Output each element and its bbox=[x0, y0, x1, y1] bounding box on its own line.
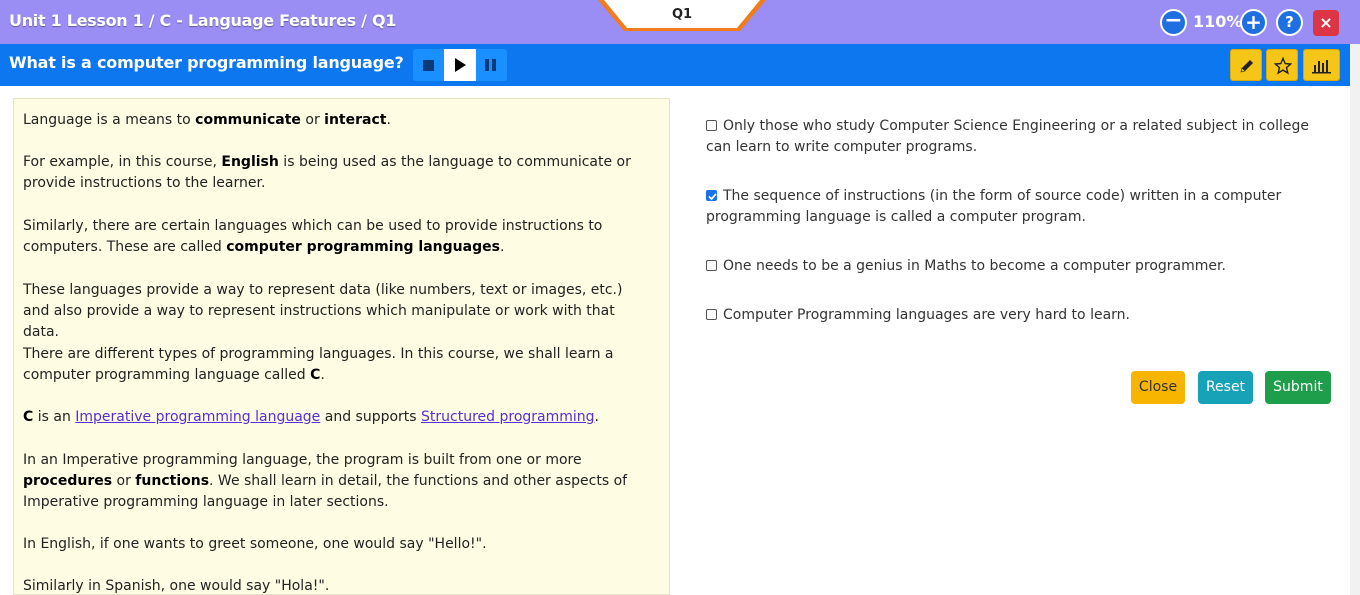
stop-button[interactable] bbox=[413, 49, 444, 81]
paragraph: For example, in this course, English is … bbox=[23, 152, 653, 194]
star-icon bbox=[1274, 57, 1292, 75]
checkbox[interactable] bbox=[706, 309, 717, 320]
answer-option[interactable]: The sequence of instructions (in the for… bbox=[706, 186, 1326, 228]
explanation-panel: Language is a means to communicate or in… bbox=[13, 98, 670, 595]
text: or bbox=[112, 473, 136, 489]
close-button[interactable]: Close bbox=[1131, 371, 1185, 404]
zoom-in-button[interactable]: + bbox=[1240, 9, 1267, 36]
paragraph: These languages provide a way to represe… bbox=[23, 282, 623, 340]
reset-button[interactable]: Reset bbox=[1198, 371, 1253, 404]
pencil-button[interactable] bbox=[1230, 49, 1262, 81]
checkbox-checked[interactable] bbox=[706, 190, 717, 201]
paragraph: Similarly in Spanish, one would say "Hol… bbox=[23, 578, 330, 594]
text: In an Imperative programming language, t… bbox=[23, 452, 582, 468]
text: For example, in this course, bbox=[23, 154, 222, 170]
pause-button[interactable] bbox=[476, 49, 507, 81]
text: or bbox=[300, 112, 325, 128]
answer-option[interactable]: One needs to be a genius in Maths to bec… bbox=[706, 256, 1326, 277]
paragraph: Similarly, there are certain languages w… bbox=[23, 216, 653, 258]
media-controls bbox=[413, 49, 507, 81]
play-button[interactable] bbox=[444, 49, 476, 81]
submit-button[interactable]: Submit bbox=[1265, 371, 1331, 404]
paragraph: In an Imperative programming language, t… bbox=[23, 450, 653, 513]
stats-button[interactable] bbox=[1303, 49, 1340, 81]
stop-icon bbox=[423, 60, 434, 71]
option-label: The sequence of instructions (in the for… bbox=[706, 188, 1282, 225]
bold-text: C bbox=[23, 409, 34, 425]
text: . bbox=[320, 367, 325, 383]
bold-text: interact bbox=[324, 112, 387, 128]
checkbox[interactable] bbox=[706, 260, 717, 271]
option-label: Computer Programming languages are very … bbox=[723, 307, 1130, 323]
breadcrumb: Unit 1 Lesson 1 / C - Language Features … bbox=[9, 11, 397, 30]
option-label: Only those who study Computer Science En… bbox=[706, 118, 1309, 155]
imperative-programming-link[interactable]: Imperative programming language bbox=[75, 409, 320, 425]
bold-text: communicate bbox=[195, 112, 301, 128]
paragraph: In English, if one wants to greet someon… bbox=[23, 536, 487, 552]
help-button[interactable]: ? bbox=[1276, 9, 1303, 36]
question-title: What is a computer programming language? bbox=[9, 53, 404, 72]
checkmark-icon bbox=[708, 193, 717, 201]
page-scrollbar[interactable] bbox=[1350, 44, 1360, 595]
zoom-level: 110% bbox=[1193, 12, 1243, 31]
pause-icon bbox=[485, 59, 496, 71]
bold-text: procedures bbox=[23, 473, 113, 489]
text: . bbox=[386, 112, 391, 128]
paragraph: There are different types of programming… bbox=[23, 344, 653, 386]
bold-text: C bbox=[310, 367, 321, 383]
answer-option[interactable]: Computer Programming languages are very … bbox=[706, 305, 1326, 326]
text: . bbox=[594, 409, 599, 425]
text: and supports bbox=[320, 409, 422, 425]
text: is an bbox=[33, 409, 76, 425]
zoom-out-button[interactable]: − bbox=[1160, 9, 1187, 36]
answer-option[interactable]: Only those who study Computer Science En… bbox=[706, 116, 1326, 158]
text: Language is a means to bbox=[23, 112, 196, 128]
bar-chart-icon bbox=[1312, 60, 1331, 74]
bold-text: English bbox=[221, 154, 279, 170]
paragraph: Language is a means to communicate or in… bbox=[23, 110, 653, 131]
question-tab[interactable]: Q1 bbox=[598, 0, 766, 33]
checkbox[interactable] bbox=[706, 120, 717, 131]
bold-text: functions bbox=[135, 473, 210, 489]
bold-text: computer programming languages bbox=[226, 239, 500, 255]
play-icon bbox=[455, 58, 466, 72]
close-window-button[interactable]: × bbox=[1313, 10, 1339, 36]
paragraph: C is an Imperative programming language … bbox=[23, 407, 653, 428]
pencil-icon bbox=[1240, 60, 1253, 73]
text: . bbox=[499, 239, 505, 255]
top-header: Unit 1 Lesson 1 / C - Language Features … bbox=[0, 0, 1360, 44]
bookmark-star-button[interactable] bbox=[1266, 49, 1298, 81]
option-label: One needs to be a genius in Maths to bec… bbox=[723, 258, 1226, 274]
structured-programming-link[interactable]: Structured programming bbox=[421, 409, 595, 425]
question-tab-label: Q1 bbox=[671, 7, 693, 22]
question-bar: What is a computer programming language? bbox=[0, 44, 1350, 86]
